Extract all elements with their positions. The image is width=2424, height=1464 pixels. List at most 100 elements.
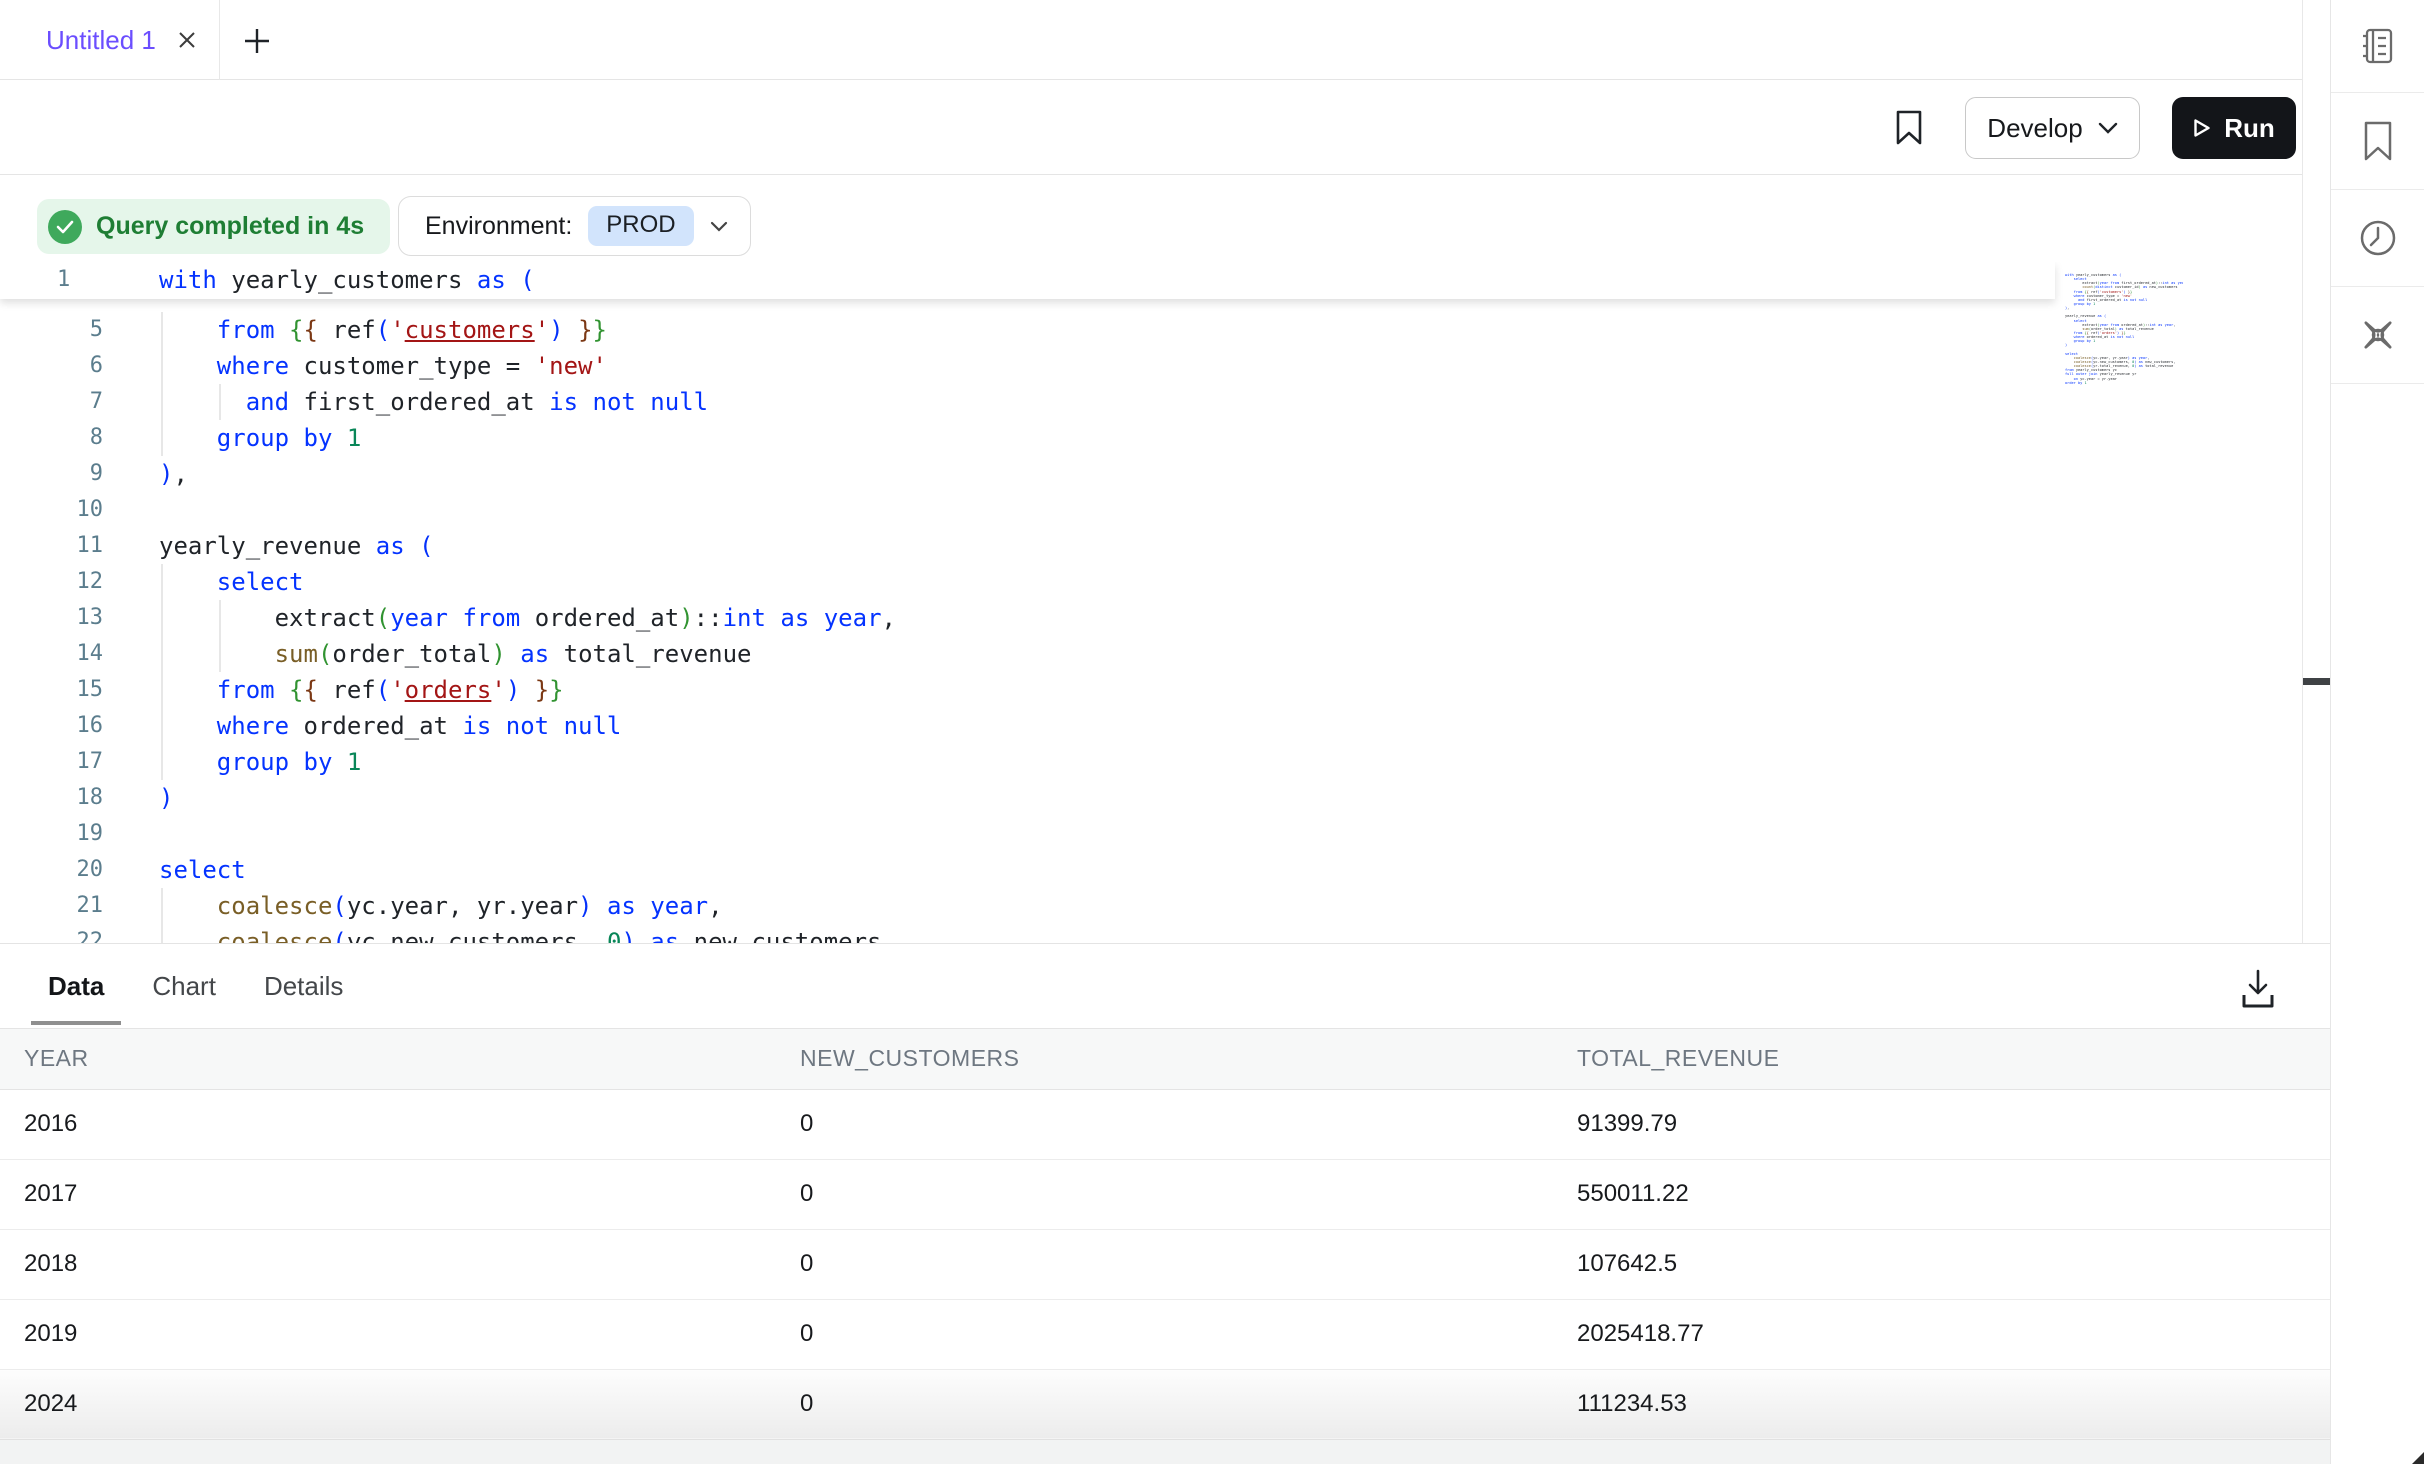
code-line-19: 19: [0, 816, 2302, 852]
explore-icon: [2357, 314, 2399, 356]
line-number: 1: [0, 262, 103, 298]
sidebar-item-history[interactable]: [2331, 190, 2424, 287]
run-button[interactable]: Run: [2172, 97, 2296, 159]
bookmark-button[interactable]: [1889, 107, 1929, 149]
toolbar: Develop Run: [0, 80, 2302, 175]
line-number: 16: [0, 708, 103, 744]
results-tab-details[interactable]: Details: [247, 944, 360, 1028]
download-button[interactable]: [2228, 964, 2288, 1014]
line-number: 13: [0, 600, 103, 636]
code-text: yearly_revenue as (: [159, 528, 434, 564]
results-tab-chart[interactable]: Chart: [135, 944, 233, 1028]
table-cell: 2025418.77: [1553, 1299, 2330, 1369]
code-line-10: 10: [0, 492, 2302, 528]
sidebar-item-explore[interactable]: [2331, 287, 2424, 384]
table-cell: 0: [776, 1159, 1553, 1229]
line-number: 17: [0, 744, 103, 780]
code-line-6: 6 where customer_type = 'new': [0, 348, 2302, 384]
resize-grip[interactable]: [2412, 1452, 2424, 1464]
table-cell: 0: [776, 1089, 1553, 1159]
new-tab-button[interactable]: [238, 22, 276, 60]
code-line-1: 1with yearly_customers as (: [0, 262, 2302, 298]
line-number: 21: [0, 888, 103, 924]
code-line-20: 20 select: [0, 852, 2302, 888]
code-line-15: 15 from {{ ref('orders') }}: [0, 672, 2302, 708]
panel-drag-handle[interactable]: [2303, 678, 2330, 685]
code-text: group by 1: [159, 744, 361, 780]
code-text: extract(year from ordered_at)::int as ye…: [159, 600, 896, 636]
code-text: ),: [159, 456, 188, 492]
download-icon: [2240, 968, 2276, 1010]
right-sidebar: [2330, 0, 2424, 1464]
line-number: 18: [0, 780, 103, 816]
table-row: 2016091399.79: [0, 1089, 2330, 1159]
results-tab-bar: DataChartDetails: [0, 944, 2330, 1029]
line-number: 20: [0, 852, 103, 888]
code-line-9: 9),: [0, 456, 2302, 492]
table-cell: 2017: [0, 1159, 776, 1229]
sticky-scroll-line[interactable]: 1with yearly_customers as (: [0, 262, 2055, 299]
sidebar-item-notebook[interactable]: [2331, 0, 2424, 93]
code-text: from {{ ref('orders') }}: [159, 672, 564, 708]
panel-rail: [2302, 0, 2330, 943]
code-line-14: 14 sum(order_total) as total_revenue: [0, 636, 2302, 672]
table-cell: 2019: [0, 1299, 776, 1369]
table-cell: 107642.5: [1553, 1229, 2330, 1299]
sidebar-item-bookmarks[interactable]: [2331, 93, 2424, 190]
horizontal-scrollbar[interactable]: [0, 1439, 2330, 1464]
results-table: YEARNEW_CUSTOMERSTOTAL_REVENUE 201609139…: [0, 1029, 2330, 1439]
code-text: ): [159, 780, 173, 816]
code-text: select: [159, 852, 246, 888]
table-row: 20170550011.22: [0, 1159, 2330, 1229]
plus-icon: [242, 26, 272, 56]
table-cell: 0: [776, 1369, 1553, 1439]
code-text: where customer_type = 'new': [159, 348, 607, 384]
column-header-year: YEAR: [0, 1029, 776, 1089]
line-number: 15: [0, 672, 103, 708]
line-number: 6: [0, 348, 103, 384]
check-circle-icon: [48, 210, 82, 244]
environment-value-chip: PROD: [588, 206, 693, 246]
status-row: Query completed in 4s Environment: PROD: [0, 175, 2302, 262]
code-text: group by 1: [159, 420, 361, 456]
code-line-16: 16 where ordered_at is not null: [0, 708, 2302, 744]
chevron-down-icon: [710, 221, 728, 232]
table-cell: 111234.53: [1553, 1369, 2330, 1439]
line-number: 22: [0, 924, 103, 943]
table-row: 201902025418.77: [0, 1299, 2330, 1369]
tab-untitled-1[interactable]: Untitled 1: [0, 0, 220, 80]
code-line-7: 7 and first_ordered_at is not null: [0, 384, 2302, 420]
line-number: 14: [0, 636, 103, 672]
minimap[interactable]: with yearly_customers as ( select extrac…: [2065, 273, 2183, 385]
chevron-down-icon: [2098, 122, 2118, 134]
code-text: sum(order_total) as total_revenue: [159, 636, 751, 672]
results-tab-data[interactable]: Data: [31, 944, 121, 1028]
column-header-total_revenue: TOTAL_REVENUE: [1553, 1029, 2330, 1089]
code-line-5: 5 from {{ ref('customers') }}: [0, 312, 2302, 348]
close-icon[interactable]: [176, 29, 198, 51]
develop-dropdown[interactable]: Develop: [1965, 97, 2140, 159]
table-cell: 91399.79: [1553, 1089, 2330, 1159]
line-number: 10: [0, 492, 103, 528]
code-text: from {{ ref('customers') }}: [159, 312, 607, 348]
environment-selector[interactable]: Environment: PROD: [398, 196, 751, 256]
line-number: 11: [0, 528, 103, 564]
code-line-12: 12 select: [0, 564, 2302, 600]
code-text: where ordered_at is not null: [159, 708, 621, 744]
line-number: 5: [0, 312, 103, 348]
header-row: YEARNEW_CUSTOMERSTOTAL_REVENUE: [0, 1029, 2330, 1089]
table-cell: 2024: [0, 1369, 776, 1439]
table-cell: 0: [776, 1229, 1553, 1299]
table-cell: 550011.22: [1553, 1159, 2330, 1229]
code-line-21: 21 coalesce(yc.year, yr.year) as year,: [0, 888, 2302, 924]
code-text: coalesce(yc.year, yr.year) as year,: [159, 888, 723, 924]
results-panel: DataChartDetails YEARNEW_CUSTOMERSTOTAL_…: [0, 943, 2330, 1464]
code-line-22: 22 coalesce(yc.new_customers, 0) as new_…: [0, 924, 2302, 943]
table-cell: 0: [776, 1299, 1553, 1369]
code-text: and first_ordered_at is not null: [159, 384, 708, 420]
code-editor[interactable]: 5 from {{ ref('customers') }}6 where cus…: [0, 262, 2302, 943]
column-header-new_customers: NEW_CUSTOMERS: [776, 1029, 1553, 1089]
code-line-8: 8 group by 1: [0, 420, 2302, 456]
line-number: 12: [0, 564, 103, 600]
code-line-18: 18): [0, 780, 2302, 816]
